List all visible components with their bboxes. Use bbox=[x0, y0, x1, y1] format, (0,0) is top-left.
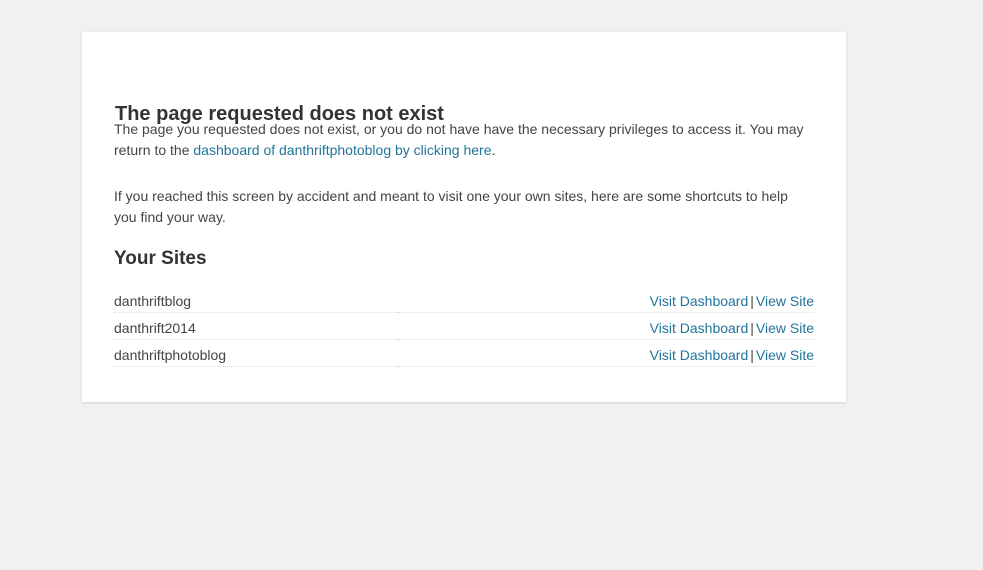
sites-table: danthriftblog Visit Dashboard | View Site … bbox=[114, 286, 814, 367]
site-name: danthriftblog bbox=[114, 286, 398, 313]
site-name: danthriftphotoblog bbox=[114, 339, 398, 367]
view-site-link[interactable]: View Site bbox=[756, 320, 814, 336]
visit-dashboard-link[interactable]: Visit Dashboard bbox=[650, 347, 749, 363]
view-site-link[interactable]: View Site bbox=[756, 347, 814, 363]
dashboard-link[interactable]: dashboard of danthriftphotoblog by click… bbox=[193, 142, 491, 158]
link-separator: | bbox=[750, 347, 754, 363]
table-row: danthriftphotoblog Visit Dashboard | View … bbox=[114, 339, 814, 367]
your-sites-heading: Your Sites bbox=[114, 248, 207, 269]
link-separator: | bbox=[750, 320, 754, 336]
error-message-end: . bbox=[491, 142, 496, 158]
site-actions: Visit Dashboard | View Site bbox=[397, 286, 814, 313]
site-name: danthrift2014 bbox=[114, 312, 398, 340]
visit-dashboard-link[interactable]: Visit Dashboard bbox=[650, 320, 749, 336]
visit-dashboard-link[interactable]: Visit Dashboard bbox=[650, 293, 749, 309]
link-separator: | bbox=[750, 293, 754, 309]
site-actions: Visit Dashboard | View Site bbox=[397, 339, 814, 367]
shortcuts-message: If you reached this screen by accident a… bbox=[114, 188, 788, 225]
site-actions: Visit Dashboard | View Site bbox=[397, 312, 814, 340]
error-card: The page requested does not exist The pa… bbox=[82, 32, 846, 402]
table-row: danthrift2014 Visit Dashboard | View Site bbox=[114, 312, 814, 340]
view-site-link[interactable]: View Site bbox=[756, 293, 814, 309]
error-message: The page you requested does not exist, o… bbox=[114, 119, 814, 161]
table-row: danthriftblog Visit Dashboard | View Site bbox=[114, 286, 814, 313]
